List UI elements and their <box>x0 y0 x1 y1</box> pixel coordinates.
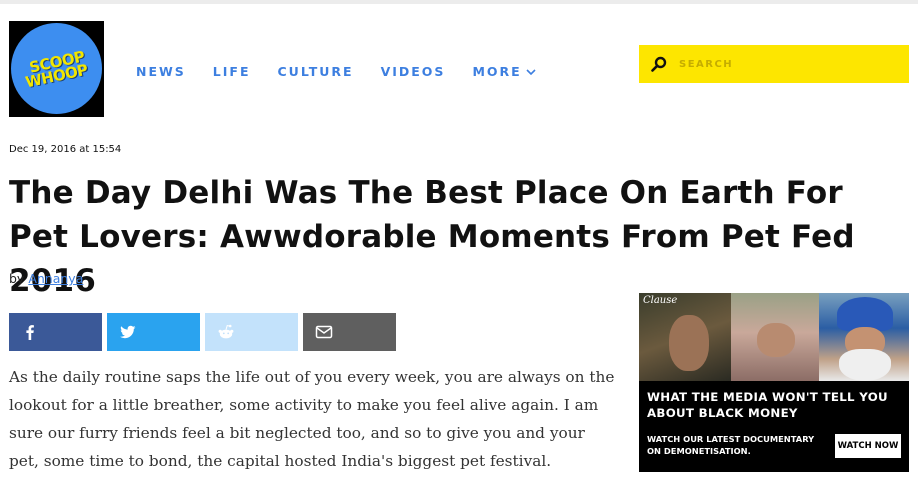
nav-label: MORE <box>472 64 522 79</box>
nav-label: CULTURE <box>277 64 354 79</box>
nav-label: LIFE <box>212 64 251 79</box>
nav-item-more[interactable]: MORE <box>472 64 536 79</box>
search-bar <box>639 45 909 83</box>
nav-label: VIDEOS <box>380 64 446 79</box>
share-email-button[interactable] <box>303 313 396 351</box>
ad-photo-man <box>639 293 731 381</box>
email-icon <box>315 325 333 339</box>
ad-subtext: WATCH OUR LATEST DOCUMENTARY ON DEMONETI… <box>647 434 815 456</box>
article-date: Dec 19, 2016 at 15:54 <box>9 144 122 155</box>
top-strip <box>0 0 918 4</box>
search-icon[interactable] <box>651 56 667 72</box>
search-input[interactable] <box>679 53 899 75</box>
ad-photo-sikh-man <box>819 293 909 381</box>
nav-item-culture[interactable]: CULTURE <box>278 64 354 79</box>
share-facebook-button[interactable] <box>9 313 102 351</box>
nav-label: NEWS <box>136 64 186 79</box>
ad-photo-collage <box>639 293 909 381</box>
byline: by Annanya <box>9 271 83 286</box>
nav-item-news[interactable]: NEWS <box>136 64 186 79</box>
scoopwhoop-logo[interactable]: SCOOP WHOOP <box>9 21 104 117</box>
facebook-icon <box>26 325 34 340</box>
nav-item-life[interactable]: LIFE <box>213 64 251 79</box>
article-title: The Day Delhi Was The Best Place On Eart… <box>9 175 855 299</box>
main-nav: NEWS LIFE CULTURE VIDEOS MORE <box>136 64 563 79</box>
twitter-icon <box>120 325 136 339</box>
ad-brand: Clause <box>643 295 678 306</box>
advertisement-banner[interactable]: Clause WHAT THE MEDIA WON'T TELL YOU ABO… <box>639 293 909 472</box>
share-reddit-button[interactable] <box>205 313 298 351</box>
ad-headline: WHAT THE MEDIA WON'T TELL YOU ABOUT BLAC… <box>647 390 888 420</box>
logo-circle: SCOOP WHOOP <box>11 23 102 114</box>
ad-watch-now-button[interactable]: WATCH NOW <box>835 434 901 458</box>
author-link[interactable]: Annanya <box>28 271 83 286</box>
byline-prefix: by <box>9 271 25 286</box>
nav-item-videos[interactable]: VIDEOS <box>381 64 446 79</box>
reddit-icon <box>218 324 234 339</box>
share-bar <box>9 313 401 351</box>
chevron-down-icon <box>526 68 536 75</box>
share-twitter-button[interactable] <box>107 313 200 351</box>
article-body: As the daily routine saps the life out o… <box>9 368 615 470</box>
ad-photo-woman <box>731 293 819 381</box>
